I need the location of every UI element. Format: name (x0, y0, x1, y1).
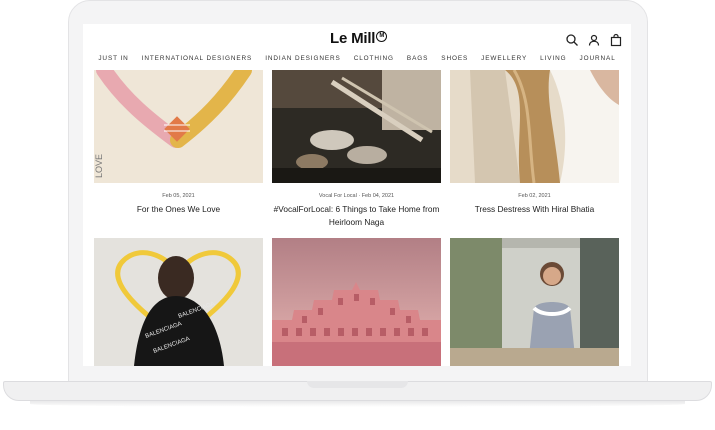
post-meta: Vocal For Local · Feb 04, 2021 (318, 193, 395, 199)
weaving-loom-image (272, 70, 441, 183)
hawa-mahal-image (272, 238, 441, 366)
nav-shoes[interactable]: SHOES (441, 55, 468, 62)
laptop-shadow (30, 401, 685, 407)
heart-wall-image: BALENCIAGA BALENCIAGA BALENCIAGA (94, 238, 263, 366)
hair-image (450, 70, 619, 183)
nav-indian-designers[interactable]: INDIAN DESIGNERS (265, 55, 340, 62)
main-nav: JUST IN INTERNATIONAL DESIGNERS INDIAN D… (83, 55, 631, 62)
laptop-notch (307, 381, 408, 388)
post-image[interactable] (272, 238, 441, 366)
love-text: LOVE (94, 154, 104, 178)
bag-icon[interactable] (609, 33, 623, 47)
post-title[interactable]: For the Ones We Love (94, 203, 263, 216)
brand-name[interactable]: Le Mill (330, 30, 375, 47)
nav-living[interactable]: LIVING (540, 55, 566, 62)
nav-journal[interactable]: JOURNAL (580, 55, 616, 62)
post-title[interactable]: Tress Destress With Hiral Bhatia (450, 203, 619, 216)
nav-clothing[interactable]: CLOTHING (354, 55, 394, 62)
nav-jewellery[interactable]: JEWELLERY (481, 55, 527, 62)
nav-bags[interactable]: BAGS (407, 55, 428, 62)
nav-just-in[interactable]: JUST IN (98, 55, 128, 62)
post-image[interactable]: BALENCIAGA BALENCIAGA BALENCIAGA (94, 238, 263, 366)
nav-international-designers[interactable]: INTERNATIONAL DESIGNERS (142, 55, 253, 62)
site-header: Le Mill M JUST IN INTERNATIONAL DESIGNERS… (83, 24, 631, 70)
post-image[interactable] (272, 70, 441, 183)
brand-badge: M (376, 31, 388, 42)
post-image[interactable]: LOVE (94, 70, 263, 183)
post-title[interactable]: #VocalForLocal: 6 Things to Take Home fr… (272, 203, 441, 229)
header-icons (565, 33, 623, 47)
post-meta: Feb 02, 2021 (518, 193, 551, 199)
browser-viewport: Le Mill M JUST IN INTERNATIONAL DESIGNERS… (83, 24, 631, 366)
post-meta: Feb 05, 2021 (162, 193, 195, 199)
portrait-image (450, 238, 619, 366)
post-image[interactable] (450, 70, 619, 183)
account-icon[interactable] (587, 33, 601, 47)
love-hands-image: LOVE (94, 70, 263, 183)
search-icon[interactable] (565, 33, 579, 47)
brand-logo[interactable]: Le Mill M (330, 30, 388, 47)
post-image[interactable] (450, 238, 619, 366)
